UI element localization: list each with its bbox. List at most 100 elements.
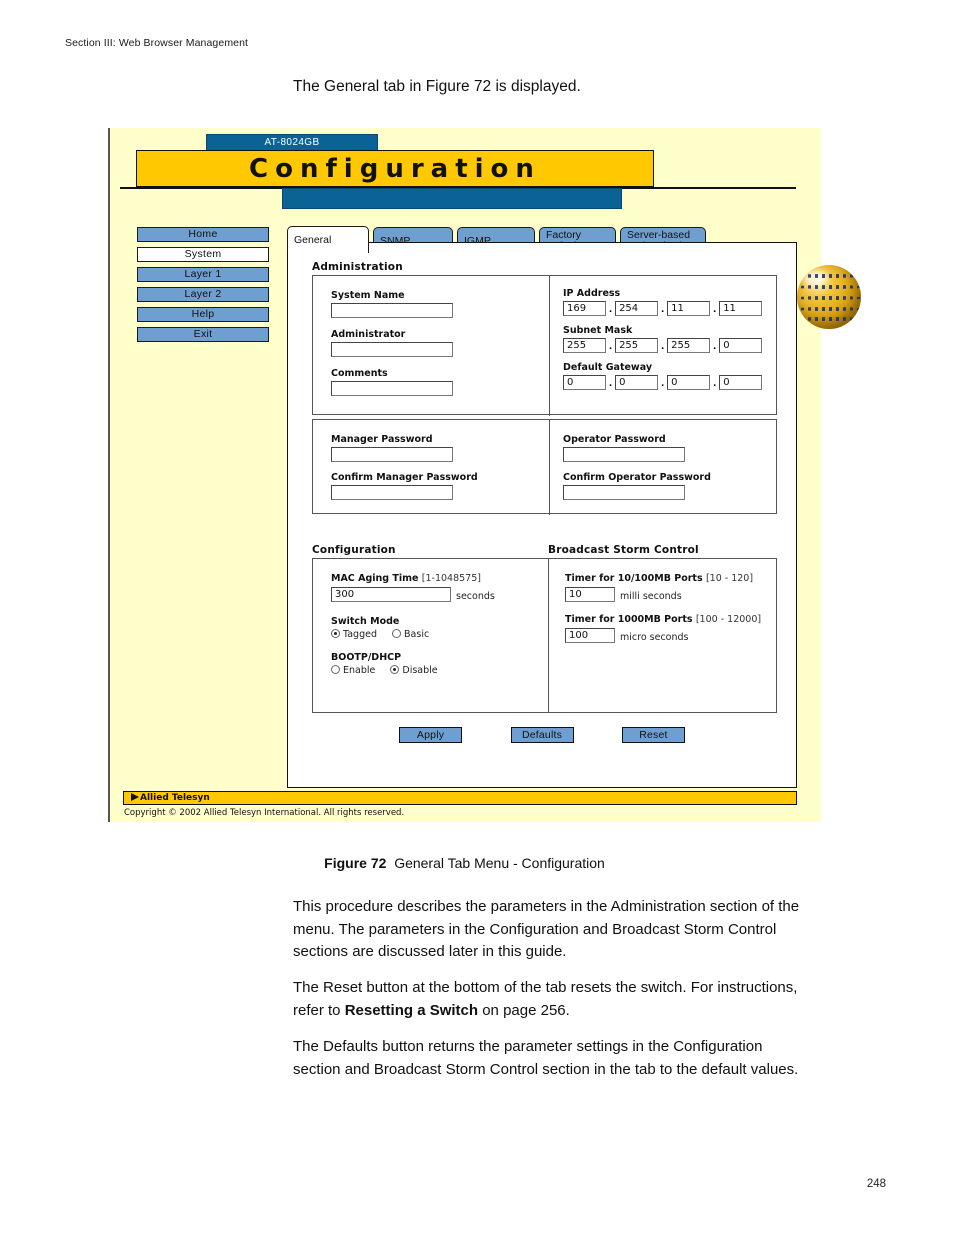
- figure-caption-label: Figure 72: [324, 855, 387, 871]
- default-gateway-octets: 0 . 0 . 0 . 0: [563, 375, 763, 390]
- ip-octet-3[interactable]: 11: [667, 301, 711, 316]
- timer-10-100-input[interactable]: 10: [565, 587, 615, 603]
- subnet-octet-2[interactable]: 255: [615, 338, 659, 353]
- sidebar-item-system[interactable]: System: [137, 247, 269, 262]
- body-paragraph-1: This procedure describes the parameters …: [293, 898, 800, 960]
- timer-10-100-row: 10 milli seconds: [565, 586, 770, 604]
- gateway-octet-2[interactable]: 0: [615, 375, 659, 390]
- sidebar-item-layer2[interactable]: Layer 2: [137, 287, 269, 302]
- figure-caption: Figure 72 General Tab Menu - Configurati…: [108, 855, 821, 871]
- subnet-mask-label: Subnet Mask: [563, 325, 633, 336]
- broadcast-storm-control-section: Broadcast Storm Control Timer for 10/100…: [548, 544, 777, 713]
- model-name-tab: AT-8024GB: [206, 134, 378, 151]
- switch-mode-option-basic[interactable]: Basic: [392, 629, 429, 640]
- ip-address-octets: 169 . 254 . 11 . 11: [563, 301, 763, 316]
- gateway-octet-1[interactable]: 0: [563, 375, 606, 390]
- apply-button[interactable]: Apply: [399, 727, 463, 743]
- section-divider: [549, 276, 550, 416]
- ip-address-field: IP Address 169 . 254 . 11 . 11: [563, 288, 763, 316]
- administration-box: System Name Administrator Comments IP Ad: [312, 275, 777, 416]
- mac-aging-time-row: 300 seconds: [331, 586, 531, 604]
- octet-separator: .: [661, 339, 665, 352]
- sidebar-item-exit[interactable]: Exit: [137, 327, 269, 342]
- switch-mode-basic-label: Basic: [404, 629, 430, 640]
- octet-separator: .: [609, 302, 613, 315]
- system-name-input[interactable]: [331, 303, 453, 318]
- ip-octet-2[interactable]: 254: [615, 301, 659, 316]
- confirm-manager-password-field: Confirm Manager Password: [331, 472, 521, 500]
- bootp-dhcp-option-enable[interactable]: Enable: [331, 665, 375, 676]
- operator-password-label: Operator Password: [563, 434, 666, 445]
- sidebar-item-home[interactable]: Home: [137, 227, 269, 242]
- timer-10-100-unit: milli seconds: [620, 591, 682, 602]
- switch-mode-radio-group: Tagged Basic: [331, 629, 531, 640]
- switch-mode-option-tagged[interactable]: Tagged: [331, 629, 377, 640]
- subnet-mask-field: Subnet Mask 255 . 255 . 255 . 0: [563, 325, 763, 353]
- tab-general[interactable]: General: [287, 226, 369, 253]
- tab-content-panel: Administration System Name Administrator…: [287, 242, 797, 788]
- globe-latitude-line: [797, 285, 861, 289]
- radio-icon[interactable]: [331, 665, 340, 674]
- brand-name: Allied Telesyn: [140, 793, 210, 803]
- reset-button[interactable]: Reset: [621, 727, 685, 743]
- mac-aging-time-range: [1-1048575]: [421, 573, 481, 584]
- administrator-input[interactable]: [331, 342, 453, 357]
- administration-left-column: System Name Administrator Comments: [331, 290, 521, 407]
- radio-icon[interactable]: [392, 629, 402, 638]
- timer-1000-label: Timer for 1000MB Ports [100 - 12000]: [565, 614, 770, 625]
- copyright-text: Copyright © 2002 Allied Telesyn Internat…: [124, 808, 405, 818]
- subnet-octet-3[interactable]: 255: [667, 338, 711, 353]
- gateway-octet-4[interactable]: 0: [719, 375, 763, 390]
- operator-password-column: Operator Password Confirm Operator Passw…: [563, 434, 763, 510]
- defaults-button[interactable]: Defaults: [510, 727, 574, 743]
- subnet-mask-octets: 255 . 255 . 255 . 0: [563, 338, 763, 353]
- configuration-fields: MAC Aging Time [1-1048575] 300 seconds Sw…: [331, 573, 531, 676]
- ip-octet-1[interactable]: 169: [563, 301, 606, 316]
- gateway-octet-3[interactable]: 0: [667, 375, 711, 390]
- figure-caption-text: General Tab Menu - Configuration: [394, 855, 605, 871]
- octet-separator: .: [609, 376, 613, 389]
- configuration-box: MAC Aging Time [1-1048575] 300 seconds Sw…: [312, 558, 548, 713]
- comments-input[interactable]: [331, 381, 453, 396]
- globe-icon: [797, 265, 861, 329]
- ip-octet-4[interactable]: 11: [719, 301, 763, 316]
- timer-1000-input[interactable]: 100: [565, 628, 615, 644]
- timer-1000-row: 100 micro seconds: [565, 627, 770, 645]
- bootp-dhcp-option-disable[interactable]: Disable: [390, 665, 438, 676]
- app-title: Configuration: [249, 153, 541, 184]
- radio-icon[interactable]: [390, 665, 400, 674]
- sidebar-item-layer1[interactable]: Layer 1: [137, 267, 269, 282]
- page-number: 248: [866, 1178, 886, 1190]
- subnet-octet-4[interactable]: 0: [719, 338, 763, 353]
- mac-aging-time-label: MAC Aging Time [1-1048575]: [331, 573, 531, 584]
- manager-password-input[interactable]: [331, 447, 453, 462]
- ip-address-label: IP Address: [563, 288, 621, 299]
- passwords-box: Manager Password Confirm Manager Passwor…: [312, 419, 777, 515]
- confirm-operator-password-field: Confirm Operator Password: [563, 472, 763, 500]
- confirm-manager-password-input[interactable]: [331, 485, 453, 500]
- sidebar-item-help[interactable]: Help: [137, 307, 269, 322]
- octet-separator: .: [609, 339, 613, 352]
- broadcast-storm-control-box: Timer for 10/100MB Ports [10 - 120] 10 mi…: [548, 558, 777, 713]
- octet-separator: .: [713, 339, 717, 352]
- timer-10-100-range: [10 - 120]: [705, 573, 754, 584]
- comments-label: Comments: [331, 368, 388, 379]
- intro-paragraph: The General tab in Figure 72 is displaye…: [293, 78, 581, 95]
- system-name-label: System Name: [331, 290, 405, 301]
- administration-section: Administration System Name Administrator…: [312, 261, 777, 416]
- radio-icon[interactable]: [331, 629, 340, 638]
- default-gateway-label: Default Gateway: [563, 362, 653, 373]
- globe-latitude-line: [797, 307, 861, 311]
- comments-field: Comments: [331, 368, 521, 396]
- mac-aging-time-input[interactable]: 300: [331, 587, 451, 603]
- subnet-octet-1[interactable]: 255: [563, 338, 606, 353]
- confirm-operator-password-input[interactable]: [563, 485, 685, 500]
- body-paragraph-2: The Reset button at the bottom of the ta…: [293, 977, 801, 1022]
- operator-password-input[interactable]: [563, 447, 685, 462]
- footer-brand-bar: Allied Telesyn: [123, 791, 797, 805]
- bootp-dhcp-label: BOOTP/DHCP: [331, 652, 402, 663]
- globe-highlight: [803, 270, 827, 286]
- configuration-heading: Configuration: [312, 544, 396, 556]
- allied-telesyn-logo: Allied Telesyn: [131, 793, 210, 804]
- section-divider: [549, 420, 550, 515]
